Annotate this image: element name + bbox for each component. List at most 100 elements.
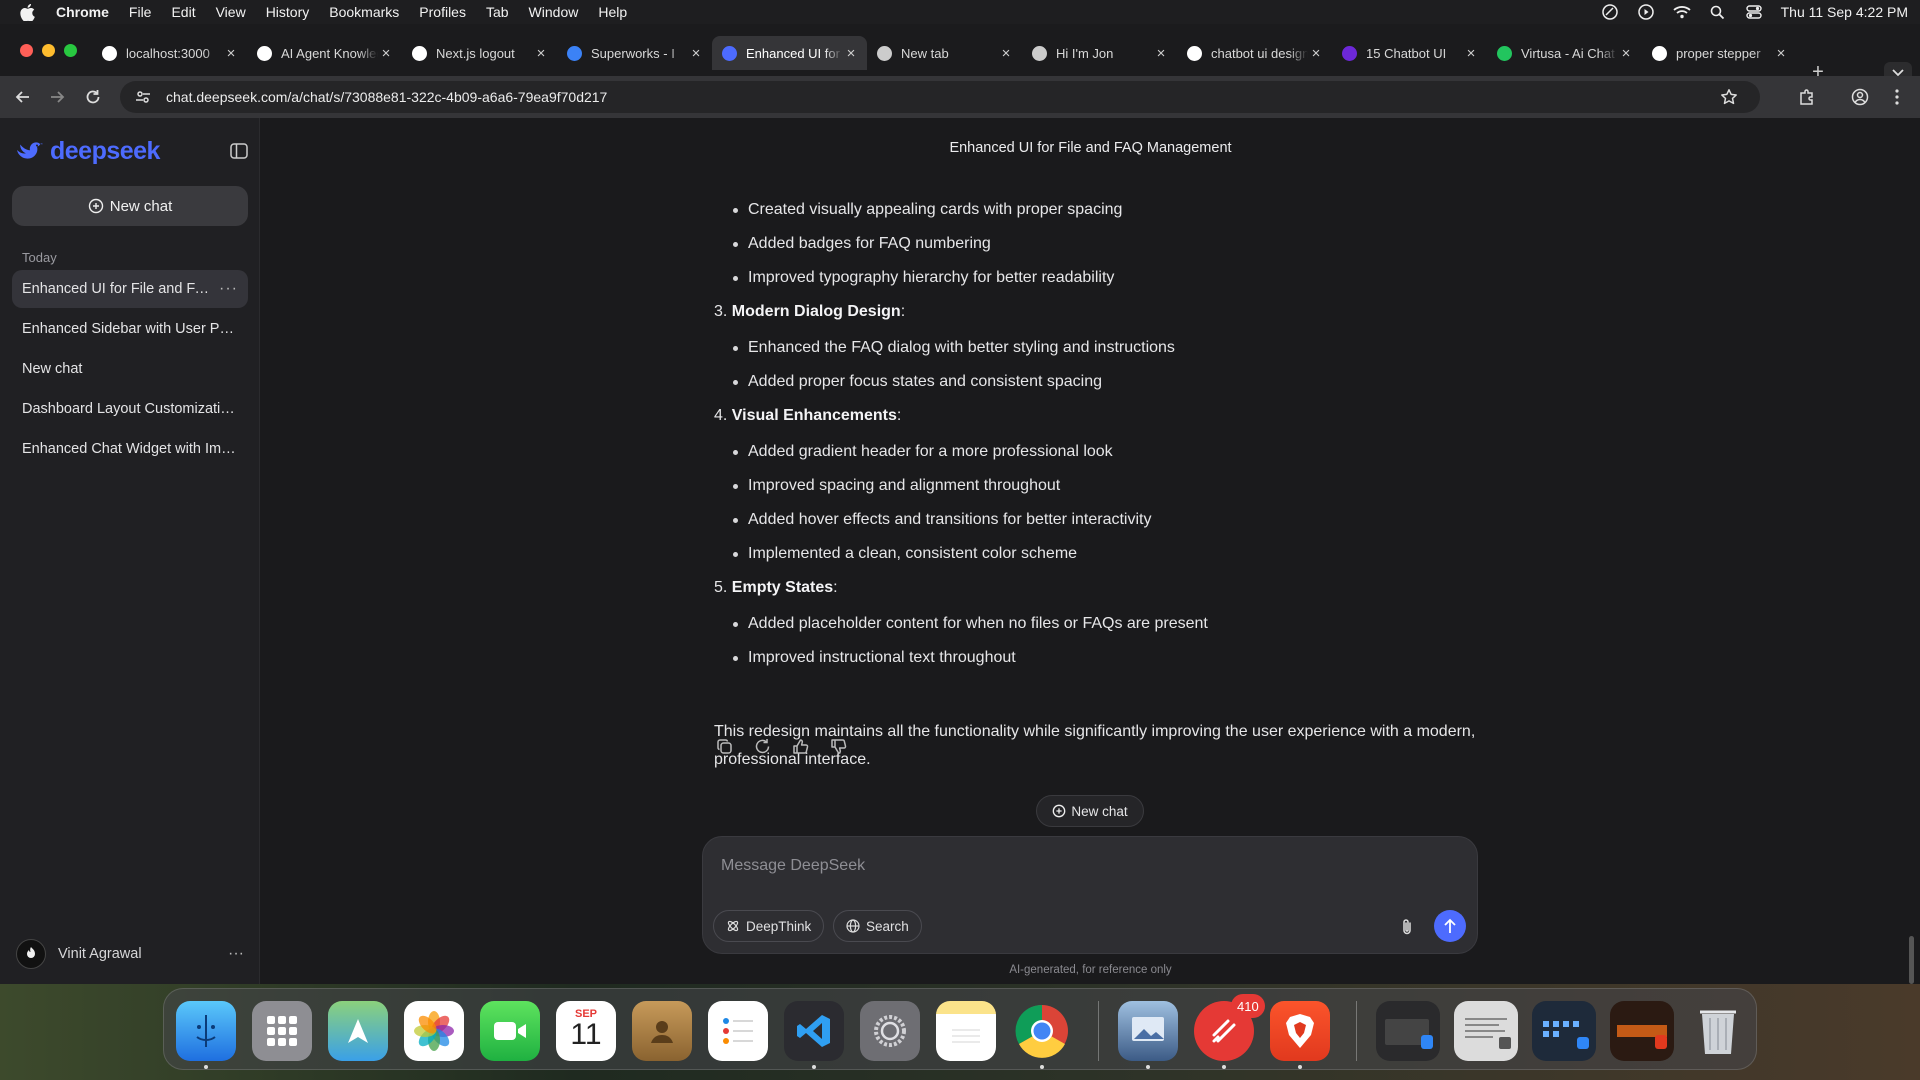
list-item: Improved instructional text throughout — [733, 649, 1016, 666]
chrome-icon[interactable] — [1012, 1001, 1072, 1061]
history-item[interactable]: Dashboard Layout Customizatio... — [12, 390, 248, 428]
deepthink-toggle[interactable]: DeepThink — [713, 910, 825, 942]
new-chat-pill-button[interactable]: New chat — [1036, 795, 1144, 827]
downloads-stack-icon[interactable] — [1376, 1001, 1440, 1061]
system-settings-icon[interactable] — [860, 1001, 920, 1061]
close-tab-icon[interactable]: × — [1153, 45, 1169, 62]
menu-history[interactable]: History — [266, 4, 310, 20]
apple-menu-icon[interactable] — [20, 3, 38, 21]
brave-browser-icon[interactable] — [1270, 1001, 1330, 1061]
browser-tab[interactable]: Hi I'm Jon × — [1022, 36, 1177, 70]
minimize-window-button[interactable] — [42, 44, 55, 57]
finder-icon[interactable] — [176, 1001, 236, 1061]
close-tab-icon[interactable]: × — [223, 45, 239, 62]
thumbs-up-icon[interactable] — [790, 736, 810, 756]
control-center-icon[interactable] — [1745, 4, 1763, 20]
calendar-icon[interactable]: SEP 11 — [556, 1001, 616, 1061]
message-input[interactable]: Message DeepSeek — [721, 857, 865, 875]
close-tab-icon[interactable]: × — [533, 45, 549, 62]
reminders-icon[interactable] — [708, 1001, 768, 1061]
browser-tab[interactable]: localhost:3000 × — [92, 36, 247, 70]
regenerate-icon[interactable] — [752, 736, 772, 756]
address-bar[interactable]: chat.deepseek.com/a/chat/s/73088e81-322c… — [120, 81, 1760, 113]
zoom-window-button[interactable] — [64, 44, 77, 57]
user-profile[interactable]: Vinit Agrawal ··· — [16, 938, 244, 970]
browser-tab[interactable]: chatbot ui design × — [1177, 36, 1332, 70]
maps-icon[interactable] — [328, 1001, 388, 1061]
browser-tab[interactable]: Superworks - I × — [557, 36, 712, 70]
browser-tab[interactable]: New tab × — [867, 36, 1022, 70]
forward-button[interactable] — [46, 86, 68, 108]
browser-tab[interactable]: 15 Chatbot UI × — [1332, 36, 1487, 70]
browser-tab[interactable]: Next.js logout × — [402, 36, 557, 70]
history-item-active[interactable]: Enhanced UI for File and FAQ ··· — [12, 270, 248, 308]
sidebar-new-chat-button[interactable]: New chat — [12, 186, 248, 226]
profile-button[interactable] — [1849, 86, 1871, 108]
menu-app-name[interactable]: Chrome — [56, 4, 109, 20]
menu-profiles[interactable]: Profiles — [419, 4, 466, 20]
history-item[interactable]: Enhanced Chat Widget with Imp... — [12, 430, 248, 468]
menu-bookmarks[interactable]: Bookmarks — [329, 4, 399, 20]
browser-tab[interactable]: Enhanced UI for × — [712, 36, 867, 70]
history-item[interactable]: Enhanced Sidebar with User Pro... — [12, 310, 248, 348]
menu-view[interactable]: View — [216, 4, 246, 20]
close-tab-icon[interactable]: × — [378, 45, 394, 62]
copy-icon[interactable] — [714, 736, 734, 756]
close-tab-icon[interactable]: × — [1308, 45, 1324, 62]
deepseek-logo[interactable]: deepseek — [16, 136, 160, 166]
vscode-icon[interactable] — [784, 1001, 844, 1061]
preview-icon[interactable] — [1118, 1001, 1178, 1061]
history-item[interactable]: New chat — [12, 350, 248, 388]
close-window-button[interactable] — [20, 44, 33, 57]
close-tab-icon[interactable]: × — [998, 45, 1014, 62]
close-tab-icon[interactable]: × — [688, 45, 704, 62]
contacts-icon[interactable] — [632, 1001, 692, 1061]
close-tab-icon[interactable]: × — [1618, 45, 1634, 62]
more-options-icon[interactable]: ··· — [219, 280, 238, 298]
reload-button[interactable] — [82, 86, 104, 108]
close-tab-icon[interactable]: × — [1463, 45, 1479, 62]
back-button[interactable] — [12, 86, 34, 108]
trash-icon[interactable] — [1688, 1001, 1748, 1061]
close-tab-icon[interactable]: × — [1773, 45, 1789, 62]
browser-tab[interactable]: AI Agent Knowledge× — [247, 36, 402, 70]
menu-help[interactable]: Help — [598, 4, 627, 20]
focus-status-icon[interactable] — [1601, 4, 1619, 20]
notes-icon[interactable] — [936, 1001, 996, 1061]
facetime-icon[interactable] — [480, 1001, 540, 1061]
section-title: Visual Enhancements — [731, 407, 897, 424]
launchpad-icon[interactable] — [252, 1001, 312, 1061]
list-item: Improved typography hierarchy for better… — [732, 269, 1115, 286]
browser-tab[interactable]: proper stepper × — [1642, 36, 1797, 70]
spotlight-search-icon[interactable] — [1709, 4, 1727, 20]
chrome-menu-button[interactable] — [1886, 86, 1908, 108]
tab-title: Next.js logout — [436, 45, 515, 61]
menu-window[interactable]: Window — [529, 4, 579, 20]
screenshot-thumbnail-icon[interactable] — [1532, 1001, 1596, 1061]
deepthink-label: DeepThink — [746, 918, 812, 934]
menu-edit[interactable]: Edit — [171, 4, 195, 20]
search-toggle[interactable]: Search — [833, 910, 922, 942]
document-thumbnail-icon[interactable] — [1454, 1001, 1518, 1061]
address-url[interactable]: chat.deepseek.com/a/chat/s/73088e81-322c… — [166, 89, 607, 105]
extensions-button[interactable] — [1796, 86, 1818, 108]
scrollbar-thumb[interactable] — [1909, 936, 1914, 984]
media-play-icon[interactable] — [1637, 4, 1655, 20]
send-button[interactable] — [1434, 910, 1466, 942]
collapse-sidebar-button[interactable] — [228, 140, 250, 162]
menu-clock[interactable]: Thu 11 Sep 4:22 PM — [1781, 4, 1908, 20]
wifi-icon[interactable] — [1673, 4, 1691, 20]
list-item: Implemented a clean, consistent color sc… — [732, 545, 1078, 562]
bookmark-star-icon[interactable] — [1720, 88, 1738, 106]
photos-icon[interactable] — [404, 1001, 464, 1061]
thumbs-down-icon[interactable] — [828, 736, 848, 756]
browser-tab[interactable]: Virtusa - Ai Chat × — [1487, 36, 1642, 70]
site-info-icon[interactable] — [134, 88, 152, 106]
menu-tab[interactable]: Tab — [486, 4, 509, 20]
menu-file[interactable]: File — [129, 4, 152, 20]
image-thumbnail-icon[interactable] — [1610, 1001, 1674, 1061]
close-tab-icon[interactable]: × — [843, 45, 859, 62]
disclaimer-text: AI-generated, for reference only — [1009, 964, 1172, 976]
more-options-icon[interactable]: ··· — [228, 945, 244, 963]
attach-file-button[interactable] — [1397, 917, 1417, 937]
